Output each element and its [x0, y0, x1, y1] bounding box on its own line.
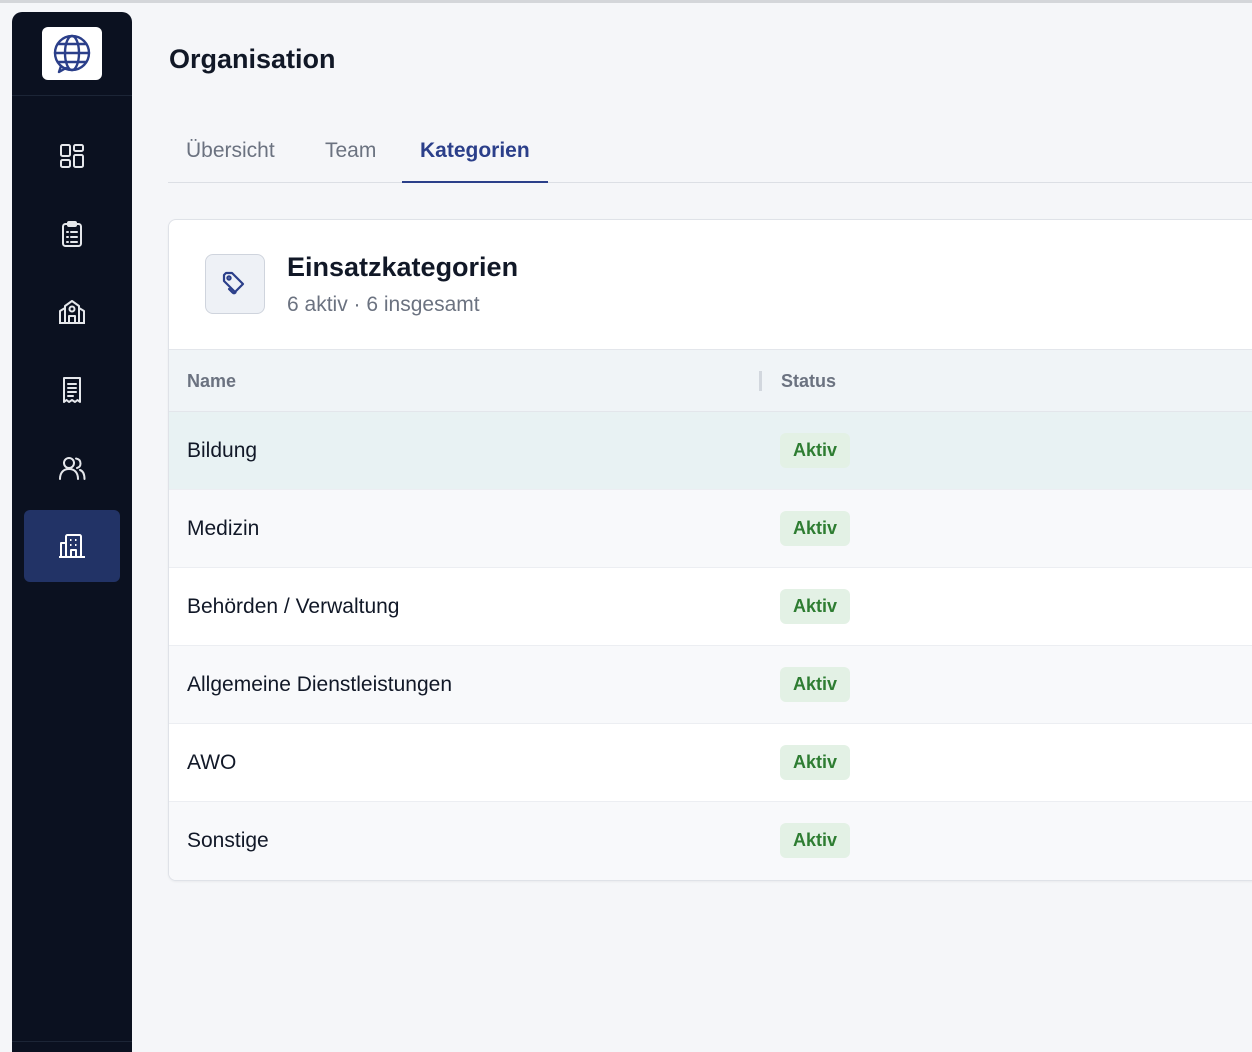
table-row[interactable]: Medizin Aktiv: [169, 490, 1252, 568]
table-row[interactable]: Bildung Aktiv: [169, 412, 1252, 490]
category-name: Bildung: [187, 439, 258, 462]
globe-chat-icon: [53, 34, 91, 73]
tab-label: Kategorien: [420, 139, 530, 162]
dashboard-grid-icon: [60, 144, 84, 168]
nav-users[interactable]: [24, 432, 120, 504]
table-body: Bildung Aktiv Medizin Aktiv Behörden / V…: [169, 412, 1252, 880]
status-badge: Aktiv: [780, 511, 851, 546]
categories-card: Einsatzkategorien 6 aktiv · 6 insgesamt …: [168, 219, 1252, 881]
table-row[interactable]: Sonstige Aktiv: [169, 802, 1252, 880]
tab-bar: Übersicht Team Kategorien: [168, 126, 1252, 183]
tab-label: Team: [325, 139, 377, 162]
table-header: Name Status: [169, 350, 1252, 412]
card-title: Einsatzkategorien: [287, 252, 519, 282]
table-row[interactable]: Allgemeine Dienstleistungen Aktiv: [169, 646, 1252, 724]
column-resize-handle[interactable]: [759, 371, 762, 391]
card-header: Einsatzkategorien 6 aktiv · 6 insgesamt: [169, 220, 1252, 350]
tab-label: Übersicht: [186, 139, 275, 162]
card-icon-box: [205, 254, 265, 314]
category-name: Allgemeine Dienstleistungen: [187, 673, 452, 696]
category-name: Behörden / Verwaltung: [187, 595, 400, 618]
card-subtitle: 6 aktiv · 6 insgesamt: [287, 293, 480, 316]
status-badge: Aktiv: [780, 589, 851, 624]
tab-overview[interactable]: Übersicht: [168, 126, 293, 183]
page-title: Organisation: [169, 44, 336, 74]
nav-billing[interactable]: [24, 354, 120, 426]
nav-institutions[interactable]: [24, 276, 120, 348]
column-header-status[interactable]: Status: [781, 350, 836, 412]
category-name: Medizin: [187, 517, 260, 540]
column-header-name[interactable]: Name: [187, 350, 236, 412]
app-logo[interactable]: [42, 27, 102, 80]
table-row[interactable]: AWO Aktiv: [169, 724, 1252, 802]
sidebar-divider: [12, 1041, 132, 1042]
school-building-icon: [59, 300, 85, 324]
status-badge: Aktiv: [780, 433, 851, 468]
main-content: Organisation Übersicht Team Kategorien E…: [168, 0, 1252, 1044]
sidebar-logo-area: [12, 12, 132, 96]
category-name: Sonstige: [187, 829, 269, 852]
users-icon: [59, 457, 86, 480]
status-badge: Aktiv: [780, 823, 851, 858]
tag-icon: [222, 271, 245, 295]
category-name: AWO: [187, 751, 237, 774]
nav-assignments[interactable]: [24, 198, 120, 270]
sidebar: [12, 12, 132, 1052]
office-building-icon: [59, 534, 85, 558]
status-badge: Aktiv: [780, 745, 851, 780]
receipt-icon: [63, 377, 81, 403]
clipboard-list-icon: [62, 221, 82, 247]
tab-categories[interactable]: Kategorien: [402, 126, 548, 183]
table-row[interactable]: Behörden / Verwaltung Aktiv: [169, 568, 1252, 646]
nav-dashboard[interactable]: [24, 120, 120, 192]
tab-team[interactable]: Team: [307, 126, 394, 183]
status-badge: Aktiv: [780, 667, 851, 702]
nav-organisation[interactable]: [24, 510, 120, 582]
